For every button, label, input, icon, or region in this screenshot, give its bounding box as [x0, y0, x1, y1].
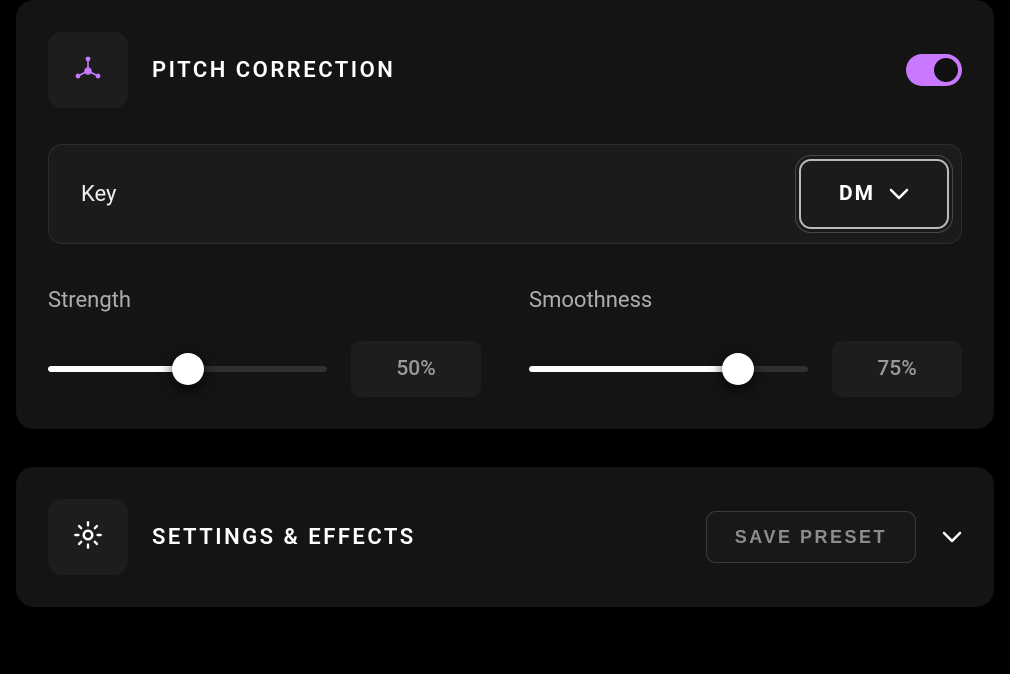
pitch-network-icon [73, 54, 103, 86]
settings-right: SAVE PRESET [706, 511, 962, 563]
smoothness-slider-thumb[interactable] [722, 353, 754, 385]
settings-icon-box [48, 499, 128, 575]
save-preset-button[interactable]: SAVE PRESET [706, 511, 916, 563]
settings-effects-panel: SETTINGS & EFFECTS SAVE PRESET [16, 467, 994, 607]
gear-icon [72, 519, 104, 555]
strength-controls: 50% [48, 341, 481, 397]
key-select[interactable]: DM [799, 159, 949, 229]
smoothness-slider-group: Smoothness 75% [529, 288, 962, 397]
pitch-enable-toggle[interactable] [906, 54, 962, 86]
smoothness-controls: 75% [529, 341, 962, 397]
key-row: Key DM [48, 144, 962, 244]
smoothness-value: 75% [832, 341, 962, 397]
strength-slider-group: Strength 50% [48, 288, 481, 397]
smoothness-label: Smoothness [529, 288, 962, 313]
sliders-row: Strength 50% Smoothness [48, 288, 962, 397]
pitch-correction-title: PITCH CORRECTION [152, 58, 395, 83]
save-preset-label: SAVE PRESET [735, 527, 887, 548]
pitch-panel-header: PITCH CORRECTION [48, 32, 962, 108]
key-select-value: DM [839, 182, 875, 206]
strength-slider[interactable] [48, 353, 327, 385]
strength-slider-thumb[interactable] [172, 353, 204, 385]
strength-label: Strength [48, 288, 481, 313]
strength-value: 50% [351, 341, 481, 397]
smoothness-slider[interactable] [529, 353, 808, 385]
settings-effects-title: SETTINGS & EFFECTS [152, 525, 416, 550]
chevron-down-icon [889, 188, 909, 200]
key-label: Key [81, 182, 116, 207]
header-left: PITCH CORRECTION [48, 32, 395, 108]
toggle-knob [934, 58, 958, 82]
pitch-correction-panel: PITCH CORRECTION Key DM Strength [16, 0, 994, 429]
chevron-down-icon[interactable] [942, 531, 962, 543]
settings-panel-header: SETTINGS & EFFECTS SAVE PRESET [48, 499, 962, 575]
settings-header-left: SETTINGS & EFFECTS [48, 499, 416, 575]
pitch-icon-box [48, 32, 128, 108]
